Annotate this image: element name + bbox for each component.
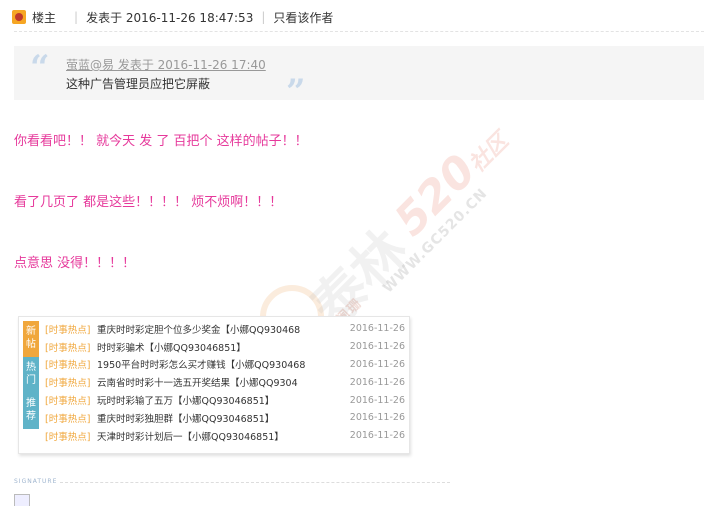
- quote-header[interactable]: 萤蓝@易 发表于 2016-11-26 17:40: [66, 56, 266, 73]
- watermark-url: WWW.GC520.CN: [380, 185, 491, 297]
- ad-date: 2016-11-26: [349, 394, 405, 406]
- ad-box: 新帖 热门 推荐 [时事热点] 重庆时时彩定胆个位多少奖金【小娜QQ930468…: [18, 316, 410, 454]
- louzhu-label: 楼主: [32, 10, 57, 25]
- louzhu-icon: [12, 10, 26, 24]
- ad-title[interactable]: 重庆时时彩独胆群【小娜QQ93046851】: [97, 411, 349, 425]
- close-quote-icon: ”: [286, 72, 306, 112]
- ad-row[interactable]: [时事热点] 1950平台时时彩怎么买才赚钱【小娜QQ930468 2016-1…: [45, 356, 405, 374]
- ad-category[interactable]: [时事热点]: [45, 375, 97, 389]
- ad-date: 2016-11-26: [349, 341, 405, 353]
- ad-category[interactable]: [时事热点]: [45, 322, 97, 336]
- ad-date: 2016-11-26: [349, 430, 405, 442]
- divider: |: [74, 10, 79, 24]
- ad-tag-hot: 热门: [23, 357, 39, 393]
- quote-block: “ 萤蓝@易 发表于 2016-11-26 17:40 这种广告管理员应把它屏蔽…: [14, 46, 704, 112]
- ad-category[interactable]: [时事热点]: [45, 429, 97, 443]
- post-message: 你看看吧！！ 就今天 发 了 百把个 这样的帖子！！: [14, 134, 308, 149]
- ad-tag-recommend: 推荐: [23, 393, 39, 429]
- only-author-link[interactable]: 只看该作者: [273, 9, 333, 26]
- ad-title[interactable]: 云南省时时彩十一选五开奖结果【小娜QQ9304: [97, 375, 349, 389]
- signature-label: SIGNATURE: [14, 478, 58, 485]
- divider: |: [261, 10, 266, 24]
- ad-title[interactable]: 重庆时时彩定胆个位多少奖金【小娜QQ930468: [97, 322, 349, 336]
- ad-category[interactable]: [时事热点]: [45, 357, 97, 371]
- ad-category[interactable]: [时事热点]: [45, 340, 97, 354]
- ad-row[interactable]: [时事热点] 天津时时彩计划后一【小娜QQ93046851】 2016-11-2…: [45, 427, 405, 445]
- open-quote-icon: “: [30, 48, 50, 88]
- ad-tag-new: 新帖: [23, 321, 39, 357]
- broken-image-icon: [14, 494, 30, 506]
- ad-date: 2016-11-26: [349, 358, 405, 370]
- post-time: 发表于 2016-11-26 18:47:53: [86, 10, 254, 25]
- ad-title[interactable]: 1950平台时时彩怎么买才赚钱【小娜QQ930468: [97, 357, 349, 371]
- ad-tags: 新帖 热门 推荐: [23, 321, 39, 429]
- ad-category[interactable]: [时事热点]: [45, 393, 97, 407]
- ad-row[interactable]: [时事热点] 时时彩骗术【小娜QQ93046851】 2016-11-26: [45, 338, 405, 356]
- quote-body: 这种广告管理员应把它屏蔽: [66, 77, 211, 91]
- ad-date: 2016-11-26: [349, 323, 405, 335]
- ad-category[interactable]: [时事热点]: [45, 411, 97, 425]
- ad-title[interactable]: 天津时时彩计划后一【小娜QQ93046851】: [97, 429, 349, 443]
- ad-row[interactable]: [时事热点] 玩时时彩输了五万【小娜QQ93046851】 2016-11-26: [45, 391, 405, 409]
- post-message: 看了几页了 都是这些！！！！ 烦不烦啊！！！: [14, 195, 283, 210]
- post-message: 点意思 没得！！！！: [14, 256, 136, 271]
- ad-row[interactable]: [时事热点] 重庆时时彩独胆群【小娜QQ93046851】 2016-11-26: [45, 409, 405, 427]
- post-author-info: 楼主 | 发表于 2016-11-26 18:47:53 | 只看该作者: [12, 8, 333, 26]
- ad-title[interactable]: 玩时时彩输了五万【小娜QQ93046851】: [97, 393, 349, 407]
- watermark-number: 520社区: [385, 128, 514, 247]
- ad-title[interactable]: 时时彩骗术【小娜QQ93046851】: [97, 340, 349, 354]
- ad-date: 2016-11-26: [349, 412, 405, 424]
- ad-date: 2016-11-26: [349, 376, 405, 388]
- ad-row[interactable]: [时事热点] 云南省时时彩十一选五开奖结果【小娜QQ9304 2016-11-2…: [45, 373, 405, 391]
- ad-list: [时事热点] 重庆时时彩定胆个位多少奖金【小娜QQ930468 2016-11-…: [45, 320, 405, 445]
- ad-row[interactable]: [时事热点] 重庆时时彩定胆个位多少奖金【小娜QQ930468 2016-11-…: [45, 320, 405, 338]
- watermark-suffix: 社区: [464, 128, 514, 178]
- signature-divider: [60, 482, 450, 483]
- dashed-divider: [14, 31, 704, 32]
